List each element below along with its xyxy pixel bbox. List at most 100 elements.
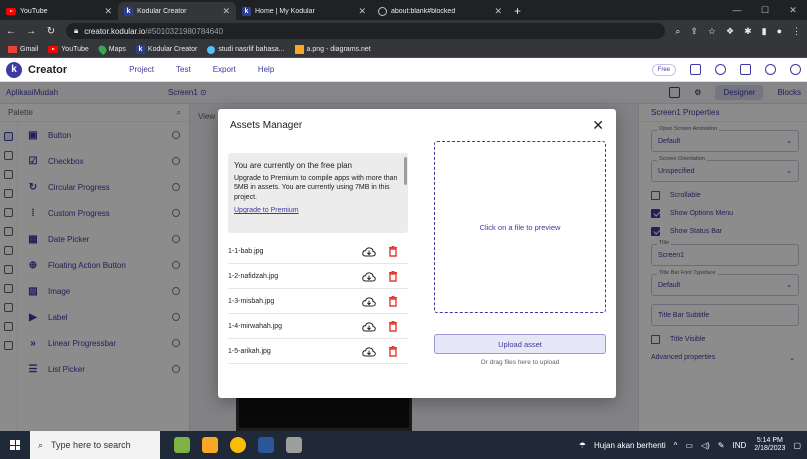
extension-icon[interactable]: ❖ — [726, 26, 734, 37]
asset-row[interactable]: 1-2-nafidzah.jpg — [228, 264, 408, 289]
download-icon[interactable] — [362, 271, 376, 281]
profile-icon[interactable]: ● — [777, 26, 782, 37]
tab-my-kodular[interactable]: k Home | My Kodular ✕ — [236, 2, 372, 20]
bookmarks-bar: Gmail YouTube Maps k Kodular Creator stud… — [0, 42, 807, 58]
download-icon[interactable] — [362, 321, 376, 331]
download-icon[interactable] — [362, 246, 376, 256]
dialog-title: Assets Manager — [230, 120, 303, 131]
preview-area[interactable]: Click on a file to preview — [434, 141, 606, 313]
asset-name: 1-2-nafidzah.jpg — [228, 272, 279, 280]
battery-icon[interactable]: ▭ — [685, 441, 693, 450]
language-indicator[interactable]: IND — [733, 441, 747, 450]
close-window-icon[interactable]: ✕ — [779, 0, 807, 20]
zoom-icon[interactable]: ⌕ — [675, 26, 680, 37]
pen-app-icon[interactable] — [286, 437, 302, 453]
menu-project[interactable]: Project — [129, 65, 154, 74]
close-icon[interactable]: ✕ — [494, 6, 502, 17]
bookmark-label: Maps — [108, 46, 126, 53]
notifications-icon[interactable]: ▢ — [793, 441, 801, 450]
docs-icon[interactable] — [740, 64, 751, 75]
close-icon[interactable]: ✕ — [358, 6, 366, 17]
dollar-icon[interactable] — [765, 64, 776, 75]
address-bar-row: ← → ↻ 🔒︎ creator.kodular.io/#50103219807… — [0, 20, 807, 42]
asset-row[interactable]: 1-4-mirwahah.jpg — [228, 314, 408, 339]
upgrade-link[interactable]: Upgrade to Premium — [234, 206, 402, 215]
tab-youtube[interactable]: YouTube ✕ — [0, 2, 118, 20]
taskbar-apps — [174, 437, 302, 453]
bookmark-diagrams[interactable]: a.png - diagrams.net — [294, 45, 371, 54]
share-icon[interactable]: ⇪ — [690, 26, 698, 37]
weather-icon[interactable]: ☂ — [579, 441, 586, 450]
close-icon[interactable]: ✕ — [104, 6, 112, 17]
kebab-menu-icon[interactable]: ⋮ — [792, 26, 801, 37]
tab-about-blank[interactable]: about:blank#blocked ✕ — [372, 2, 508, 20]
bookmark-youtube[interactable]: YouTube — [48, 46, 89, 53]
reload-icon[interactable]: ↻ — [46, 26, 56, 37]
bookmark-label: studi nasrlif bahasa... — [218, 46, 285, 53]
weather-text[interactable]: Hujan akan berhenti — [594, 441, 666, 450]
asset-row[interactable]: 1-3-misbah.jpg — [228, 289, 408, 314]
upload-asset-button[interactable]: Upload asset — [434, 334, 606, 354]
volume-icon[interactable]: ◁) — [701, 441, 710, 450]
new-tab-button[interactable]: + — [508, 2, 527, 20]
close-icon[interactable]: ✕ — [592, 117, 604, 134]
back-icon[interactable]: ← — [6, 26, 16, 37]
taskbar-search[interactable]: ⌕ Type here to search — [30, 431, 160, 459]
youtube-icon — [48, 46, 59, 53]
trash-icon[interactable] — [388, 296, 398, 307]
tab-kodular-creator[interactable]: k Kodular Creator ✕ — [118, 2, 236, 20]
bookmark-label: a.png - diagrams.net — [306, 46, 371, 53]
bookmark-maps[interactable]: Maps — [96, 43, 126, 56]
url-host: creator.kodular.io — [84, 26, 146, 36]
menu-help[interactable]: Help — [258, 65, 274, 74]
trash-icon[interactable] — [388, 271, 398, 282]
menu-test[interactable]: Test — [176, 65, 191, 74]
start-button[interactable] — [0, 431, 30, 459]
asset-name: 1-4-mirwahah.jpg — [228, 322, 283, 330]
free-badge[interactable]: Free — [651, 63, 676, 76]
trash-icon[interactable] — [388, 346, 398, 357]
account-icon[interactable] — [790, 64, 801, 75]
assets-manager-dialog: Assets Manager ✕ You are currently on th… — [218, 109, 616, 398]
bookmark-kodular[interactable]: k Kodular Creator — [135, 45, 197, 54]
chrome-icon[interactable] — [230, 437, 246, 453]
forward-icon[interactable]: → — [26, 26, 36, 37]
star-icon[interactable]: ☆ — [708, 26, 716, 37]
tab-title: Kodular Creator — [137, 7, 187, 15]
download-icon[interactable] — [362, 296, 376, 306]
header-actions: Free — [651, 63, 801, 76]
windows-logo-icon — [10, 440, 20, 450]
url-input[interactable]: 🔒︎ creator.kodular.io/#5010321980784640 — [66, 23, 666, 39]
word-icon[interactable] — [258, 437, 274, 453]
maximize-icon[interactable]: ☐ — [751, 0, 779, 20]
clock[interactable]: 5:14 PM 2/18/2023 — [754, 437, 785, 454]
youtube-icon — [6, 7, 16, 15]
kodular-logo-icon[interactable]: k — [6, 61, 22, 78]
asset-row[interactable]: 1-1-bab.jpg — [228, 239, 408, 264]
asset-list: 1-1-bab.jpg 1-2-nafidzah.jpg 1-3-misbah.… — [228, 239, 408, 364]
bookmark-studi[interactable]: studi nasrlif bahasa... — [207, 45, 285, 54]
pen-icon[interactable]: ✎ — [718, 441, 725, 450]
sidepanel-icon[interactable]: ▮ — [762, 26, 767, 37]
main-menu: Project Test Export Help — [129, 65, 274, 74]
close-icon[interactable]: ✕ — [222, 6, 230, 17]
url-path: /#5010321980784640 — [145, 26, 224, 36]
notice-scrollbar[interactable] — [404, 157, 407, 185]
trash-icon[interactable] — [388, 321, 398, 332]
gallery-icon[interactable] — [690, 64, 701, 75]
bookmark-label: YouTube — [61, 46, 89, 53]
chevron-up-icon[interactable]: ^ — [674, 441, 678, 450]
asset-row[interactable]: 1-5-arikah.jpg — [228, 339, 408, 364]
app-header: k Creator Project Test Export Help Free — [0, 58, 807, 82]
download-icon[interactable] — [362, 346, 376, 356]
file-explorer-icon[interactable] — [202, 437, 218, 453]
puzzle-icon[interactable]: ✱ — [744, 26, 752, 37]
bookmark-gmail[interactable]: Gmail — [8, 46, 38, 53]
minimize-icon[interactable]: — — [723, 0, 751, 20]
widgets-icon[interactable] — [174, 437, 190, 453]
community-icon[interactable] — [715, 64, 726, 75]
trash-icon[interactable] — [388, 246, 398, 257]
menu-export[interactable]: Export — [213, 65, 236, 74]
gmail-icon — [8, 46, 17, 53]
tab-title: YouTube — [20, 7, 48, 15]
